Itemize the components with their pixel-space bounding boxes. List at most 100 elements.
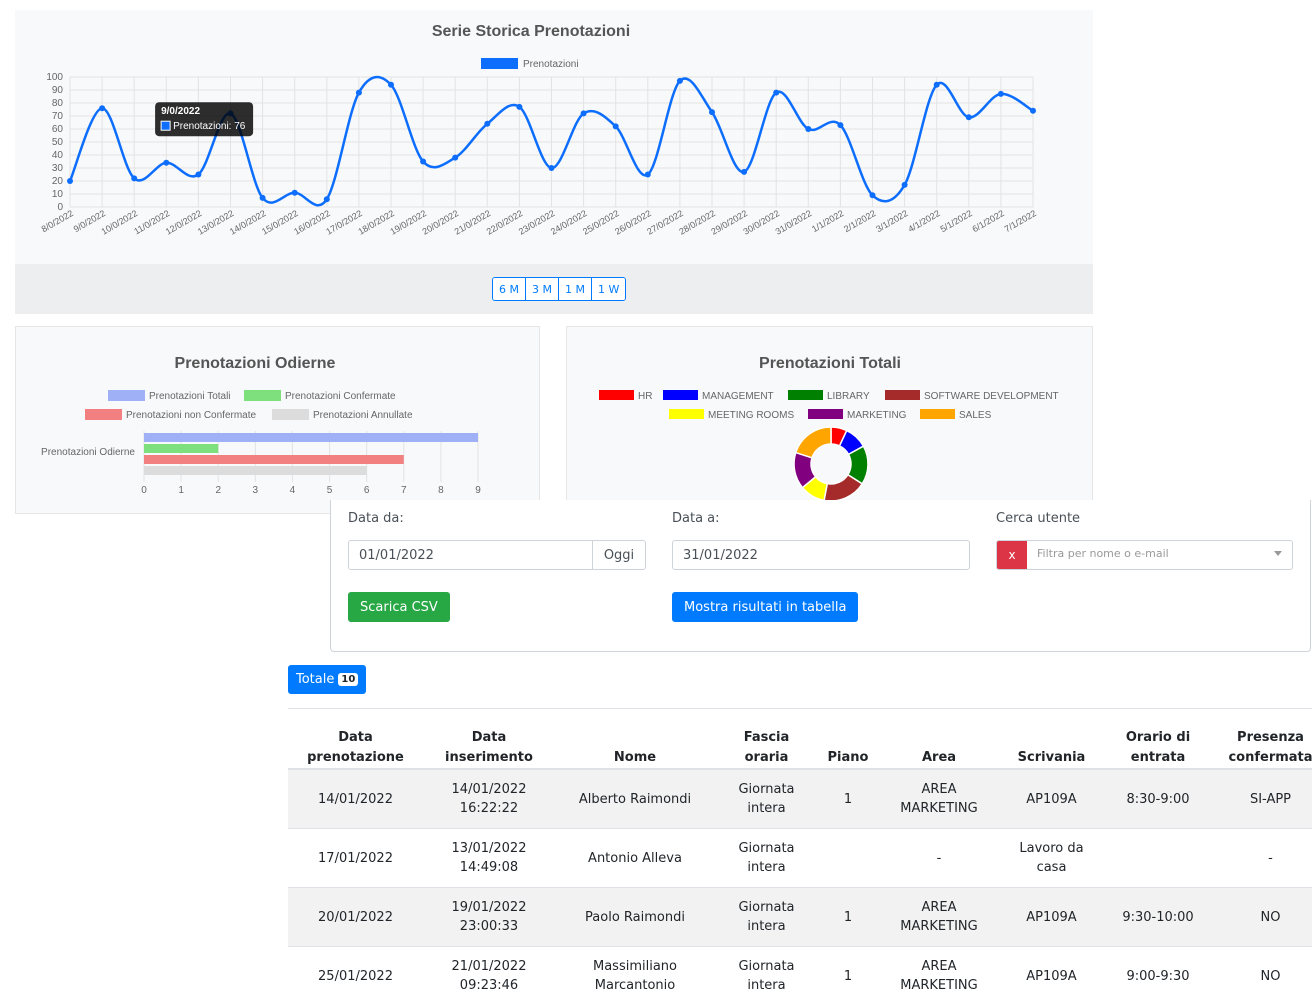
show-results-button[interactable]: Mostra risultati in tabella bbox=[672, 592, 858, 622]
timeseries-title: Serie Storica Prenotazioni bbox=[432, 23, 630, 40]
timeseries-tooltip-swatch bbox=[161, 121, 170, 130]
timeseries-point bbox=[195, 172, 201, 178]
timeseries-point bbox=[645, 172, 651, 178]
total-legend-swatch bbox=[599, 390, 634, 400]
table-header-text: Piano bbox=[822, 748, 874, 768]
timeseries-point bbox=[581, 110, 587, 116]
table-cell bbox=[818, 829, 878, 888]
table-header-cell: Area bbox=[878, 709, 1000, 770]
range-6m-button[interactable]: 6 M bbox=[493, 278, 526, 300]
timeseries-x-tick: 7/1/2022 bbox=[1003, 208, 1038, 234]
timeseries-x-tick: 4/1/2022 bbox=[906, 208, 941, 234]
today-legend-label: Prenotazioni non Confermate bbox=[126, 410, 257, 421]
today-y-tick: Prenotazioni Odierne bbox=[41, 447, 135, 458]
total-count-badge: 10 bbox=[338, 673, 358, 686]
total-legend-swatch bbox=[885, 390, 920, 400]
table-header-text: Nome bbox=[559, 748, 711, 768]
table-cell: SI-APP bbox=[1213, 769, 1312, 829]
timeseries-point bbox=[452, 155, 458, 161]
table-cell: - bbox=[878, 829, 1000, 888]
total-bookings-chart[interactable]: Prenotazioni TotaliHRMANAGEMENTLIBRARYSO… bbox=[567, 327, 1092, 513]
table-cell: NO bbox=[1213, 947, 1312, 1005]
chevron-down-icon[interactable] bbox=[1274, 551, 1282, 556]
timeseries-point bbox=[260, 195, 266, 201]
date-from-input[interactable] bbox=[348, 540, 593, 570]
table-header-text: Data bbox=[427, 728, 551, 748]
table-header-row: DataprenotazioneDatainserimentoNomeFasci… bbox=[288, 709, 1312, 770]
timeseries-y-tick: 80 bbox=[52, 98, 64, 109]
timeseries-tooltip-title: 9/0/2022 bbox=[161, 106, 200, 117]
table-header-text: Orario di bbox=[1107, 728, 1209, 748]
timeseries-x-tick: 31/0/2022 bbox=[774, 208, 814, 237]
today-bar bbox=[144, 433, 478, 442]
total-label: Totale bbox=[296, 672, 334, 687]
timeseries-point bbox=[902, 182, 908, 188]
user-filter-select[interactable]: x Filtra per nome o e-mail bbox=[996, 540, 1293, 570]
date-to-label: Data a: bbox=[672, 511, 720, 526]
table-cell: 1 bbox=[818, 888, 878, 947]
table-row[interactable]: 17/01/202213/01/2022 14:49:08Antonio All… bbox=[288, 829, 1312, 888]
clear-selection-button[interactable]: x bbox=[997, 541, 1027, 569]
timeseries-point bbox=[163, 160, 169, 166]
table-header-cell: Dataprenotazione bbox=[288, 709, 423, 770]
today-bookings-chart[interactable]: Prenotazioni Odierne Prenotazioni Totali P… bbox=[16, 327, 539, 513]
total-legend-label: HR bbox=[638, 391, 652, 402]
timeseries-x-tick: 3/1/2022 bbox=[874, 208, 909, 234]
table-cell: AREA MARKETING bbox=[878, 769, 1000, 829]
table-cell: AREA MARKETING bbox=[878, 947, 1000, 1005]
date-to-input[interactable] bbox=[672, 540, 970, 570]
range-selector-bar: 6 M 3 M 1 M 1 W bbox=[15, 264, 1093, 314]
date-from-label: Data da: bbox=[348, 511, 404, 526]
table-header-text: Scrivania bbox=[1004, 748, 1099, 768]
timeseries-x-tick: 2/1/2022 bbox=[842, 208, 877, 234]
table-header-cell: Presenzaconfermata bbox=[1213, 709, 1312, 770]
timeseries-y-tick: 60 bbox=[52, 124, 64, 135]
timeseries-point bbox=[292, 190, 298, 196]
table-cell: AP109A bbox=[1000, 947, 1103, 1005]
table-cell: Giornata intera bbox=[715, 888, 818, 947]
timeseries-point bbox=[549, 165, 555, 171]
table-cell: Paolo Raimondi bbox=[555, 888, 715, 947]
range-1m-button[interactable]: 1 M bbox=[559, 278, 592, 300]
total-count-button[interactable]: Totale 10 bbox=[288, 665, 366, 694]
timeseries-y-tick: 30 bbox=[52, 163, 64, 174]
table-cell: 8:30-9:00 bbox=[1103, 769, 1213, 829]
today-button[interactable]: Oggi bbox=[592, 540, 646, 570]
table-row[interactable]: 25/01/202221/01/2022 09:23:46Massimilian… bbox=[288, 947, 1312, 1005]
total-legend-label: SALES bbox=[959, 410, 992, 421]
total-legend-swatch bbox=[788, 390, 823, 400]
range-3m-button[interactable]: 3 M bbox=[526, 278, 559, 300]
timeseries-chart[interactable]: Serie Storica PrenotazioniPrenotazioni01… bbox=[15, 10, 1093, 264]
table-cell bbox=[1103, 829, 1213, 888]
today-legend-label: Prenotazioni Totali bbox=[149, 391, 231, 402]
total-legend-swatch bbox=[663, 390, 698, 400]
table-header-text: Data bbox=[292, 728, 419, 748]
today-legend-swatch bbox=[85, 409, 122, 420]
table-cell: 9:30-10:00 bbox=[1103, 888, 1213, 947]
total-legend-label: MARKETING bbox=[847, 410, 907, 421]
today-legend-label: Prenotazioni Confermate bbox=[285, 391, 396, 402]
table-row[interactable]: 14/01/202214/01/2022 16:22:22Alberto Rai… bbox=[288, 769, 1312, 829]
table-row[interactable]: 20/01/202219/01/2022 23:00:33Paolo Raimo… bbox=[288, 888, 1312, 947]
timeseries-y-tick: 90 bbox=[52, 85, 64, 96]
table-cell: 1 bbox=[818, 947, 878, 1005]
table-header-text: Area bbox=[882, 748, 996, 768]
range-button-group: 6 M 3 M 1 M 1 W bbox=[492, 277, 626, 301]
table-cell: 14/01/2022 16:22:22 bbox=[423, 769, 555, 829]
download-csv-button[interactable]: Scarica CSV bbox=[348, 592, 450, 622]
table-header-cell: Nome bbox=[555, 709, 715, 770]
table-header-cell: Datainserimento bbox=[423, 709, 555, 770]
total-legend-swatch bbox=[669, 409, 704, 419]
today-x-tick: 9 bbox=[475, 485, 481, 496]
table-header-cell: Orario dientrata bbox=[1103, 709, 1213, 770]
range-1w-button[interactable]: 1 W bbox=[592, 278, 625, 300]
timeseries-point bbox=[773, 90, 779, 96]
table-cell: 20/01/2022 bbox=[288, 888, 423, 947]
table-header-cell: Scrivania bbox=[1000, 709, 1103, 770]
timeseries-point bbox=[837, 122, 843, 128]
table-body: 14/01/202214/01/2022 16:22:22Alberto Rai… bbox=[288, 769, 1312, 1005]
search-user-label: Cerca utente bbox=[996, 511, 1080, 526]
timeseries-point bbox=[356, 90, 362, 96]
today-bar bbox=[144, 455, 404, 464]
timeseries-y-tick: 70 bbox=[52, 111, 64, 122]
